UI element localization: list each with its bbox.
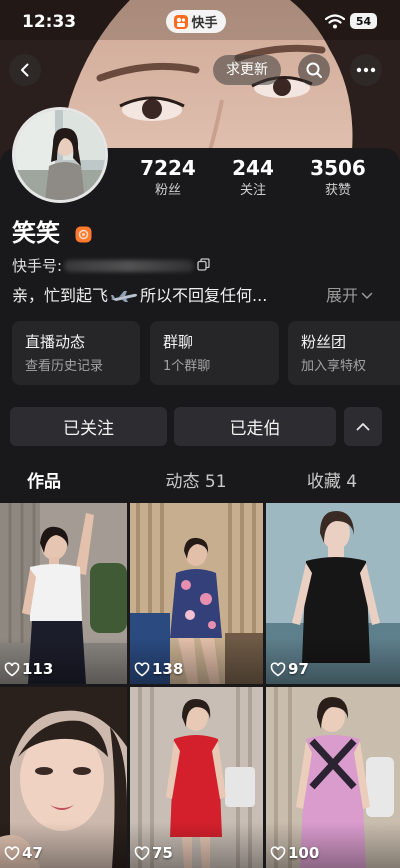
avatar[interactable]: [12, 107, 108, 203]
stat-value: 3506: [310, 156, 366, 180]
kuaishou-logo-icon: [174, 14, 189, 29]
like-count: 100: [270, 844, 319, 862]
verified-badge-icon[interactable]: [75, 226, 92, 243]
secondary-action-button[interactable]: 已走伯: [174, 407, 336, 446]
card-subtitle: 加入享特权: [301, 359, 367, 374]
like-count: 75: [134, 844, 173, 862]
bio-text-start: 亲，忙到起飞: [12, 286, 109, 305]
like-count-value: 113: [22, 660, 54, 678]
video-cover-image: [266, 687, 400, 868]
like-count-value: 75: [152, 844, 173, 862]
card-title: 直播动态: [25, 333, 86, 351]
airplane-icon: [111, 291, 138, 302]
stat-followers[interactable]: 7224 粉丝: [126, 156, 210, 200]
like-count: 138: [134, 660, 183, 678]
expand-bio-button[interactable]: 展开: [326, 285, 373, 307]
account-id-label: 快手号:: [12, 257, 63, 275]
card-title: 群聊: [163, 333, 194, 351]
stat-following[interactable]: 244 关注: [211, 156, 295, 200]
request-update-button[interactable]: 求更新: [213, 55, 281, 85]
video-cover-image: [0, 503, 127, 684]
copy-icon[interactable]: [197, 258, 210, 271]
followed-button[interactable]: 已关注: [10, 407, 167, 446]
heart-icon: [270, 661, 286, 676]
video-cover-image: [0, 687, 127, 868]
video-thumbnail[interactable]: 100: [266, 687, 400, 868]
heart-icon: [134, 845, 150, 860]
stat-value: 244: [232, 156, 274, 180]
stat-label: 获赞: [324, 183, 351, 198]
blurred-account-id: [64, 260, 194, 272]
collapse-recommendations-button[interactable]: [344, 407, 382, 446]
heart-icon: [270, 845, 286, 860]
profile-bio: 亲，忙到起飞 所以不回复任何...: [12, 285, 267, 307]
back-icon: [21, 63, 29, 77]
like-count: 47: [4, 844, 43, 862]
card-live-history[interactable]: 直播动态 查看历史记录: [12, 321, 140, 385]
card-title: 粉丝团: [301, 333, 347, 351]
video-thumbnail[interactable]: 97: [266, 503, 400, 684]
battery-indicator: 54: [350, 13, 377, 29]
app-name: 快手: [191, 16, 218, 31]
bio-text-end: 所以不回复任何...: [140, 286, 268, 305]
tab-moments[interactable]: 动态 51: [146, 469, 246, 495]
stat-label: 粉丝: [154, 183, 181, 198]
chevron-up-icon: [356, 423, 370, 431]
more-button[interactable]: [350, 54, 382, 86]
card-fan-club[interactable]: 粉丝团 加入享特权: [288, 321, 400, 385]
search-icon: [306, 62, 322, 78]
heart-icon: [4, 661, 20, 676]
video-cover-image: [266, 503, 400, 684]
stat-likes[interactable]: 3506 获赞: [296, 156, 380, 200]
tab-works[interactable]: 作品: [14, 469, 74, 495]
expand-label: 展开: [326, 286, 359, 305]
more-icon: [356, 67, 376, 73]
status-bar: 12:33 快手 54: [0, 0, 400, 44]
stat-label: 关注: [239, 183, 266, 198]
stat-value: 7224: [140, 156, 196, 180]
video-thumbnail[interactable]: 113: [0, 503, 127, 684]
like-count-value: 97: [288, 660, 309, 678]
tab-favorites[interactable]: 收藏 4: [287, 469, 377, 495]
video-thumbnail[interactable]: 47: [0, 687, 127, 868]
search-button[interactable]: [298, 54, 330, 86]
heart-icon: [4, 845, 20, 860]
back-button[interactable]: [9, 54, 41, 86]
wifi-icon: [325, 14, 345, 29]
heart-icon: [134, 661, 150, 676]
status-time: 12:33: [22, 12, 77, 32]
card-subtitle: 1个群聊: [163, 359, 211, 374]
video-cover-image: [130, 687, 263, 868]
video-thumbnail[interactable]: 75: [130, 687, 263, 868]
video-thumbnail[interactable]: 138: [130, 503, 263, 684]
like-count: 113: [4, 660, 53, 678]
video-grid: 113 138 97 47 75 100: [0, 503, 400, 868]
chevron-down-icon: [361, 292, 373, 300]
profile-name: 笑笑: [12, 219, 60, 247]
like-count-value: 100: [288, 844, 320, 862]
return-to-app-pill[interactable]: 快手: [166, 10, 226, 33]
card-subtitle: 查看历史记录: [25, 359, 104, 374]
like-count: 97: [270, 660, 309, 678]
video-cover-image: [130, 503, 263, 684]
like-count-value: 47: [22, 844, 43, 862]
like-count-value: 138: [152, 660, 184, 678]
card-group-chat[interactable]: 群聊 1个群聊: [150, 321, 279, 385]
